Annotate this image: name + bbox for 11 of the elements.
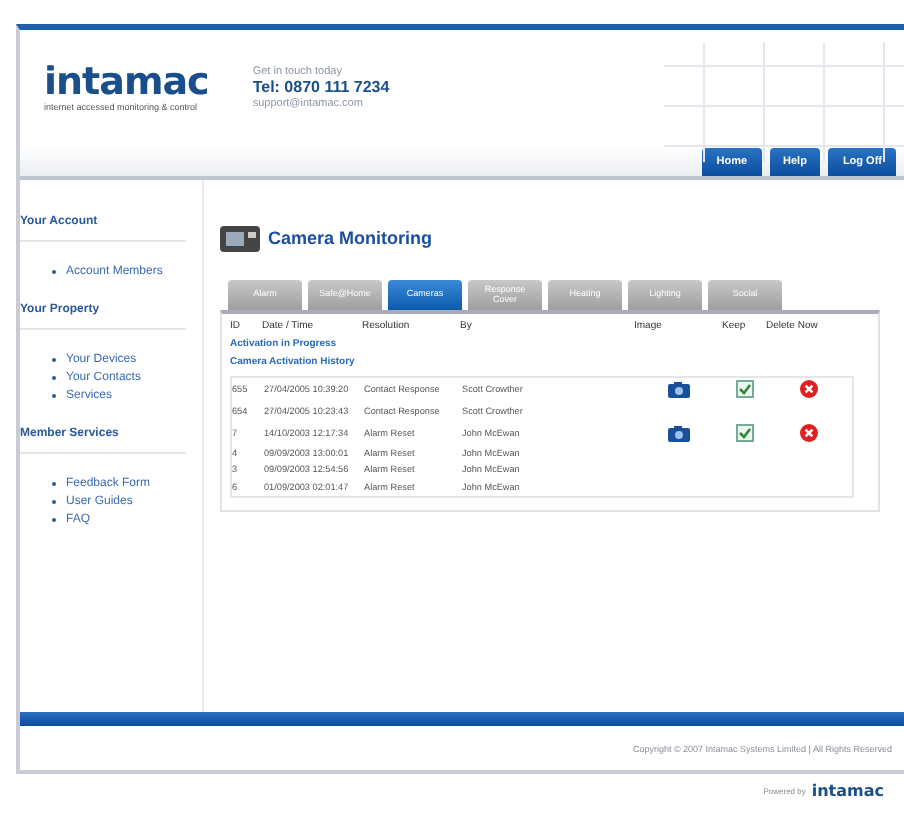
checkbox[interactable] xyxy=(735,380,753,398)
delete-icon[interactable] xyxy=(799,380,817,398)
camera-icon xyxy=(220,224,260,252)
intamac-logo: intamac xyxy=(811,782,884,800)
camera-icon[interactable] xyxy=(667,425,689,441)
delete-icon[interactable] xyxy=(799,424,817,442)
checkbox[interactable] xyxy=(735,424,753,442)
page-title: Camera Monitoring xyxy=(268,228,433,248)
phone-number: Tel: 0870 111 7234 xyxy=(252,78,390,98)
intamac-logo: intamac xyxy=(44,64,209,102)
camera-icon[interactable] xyxy=(667,381,689,397)
